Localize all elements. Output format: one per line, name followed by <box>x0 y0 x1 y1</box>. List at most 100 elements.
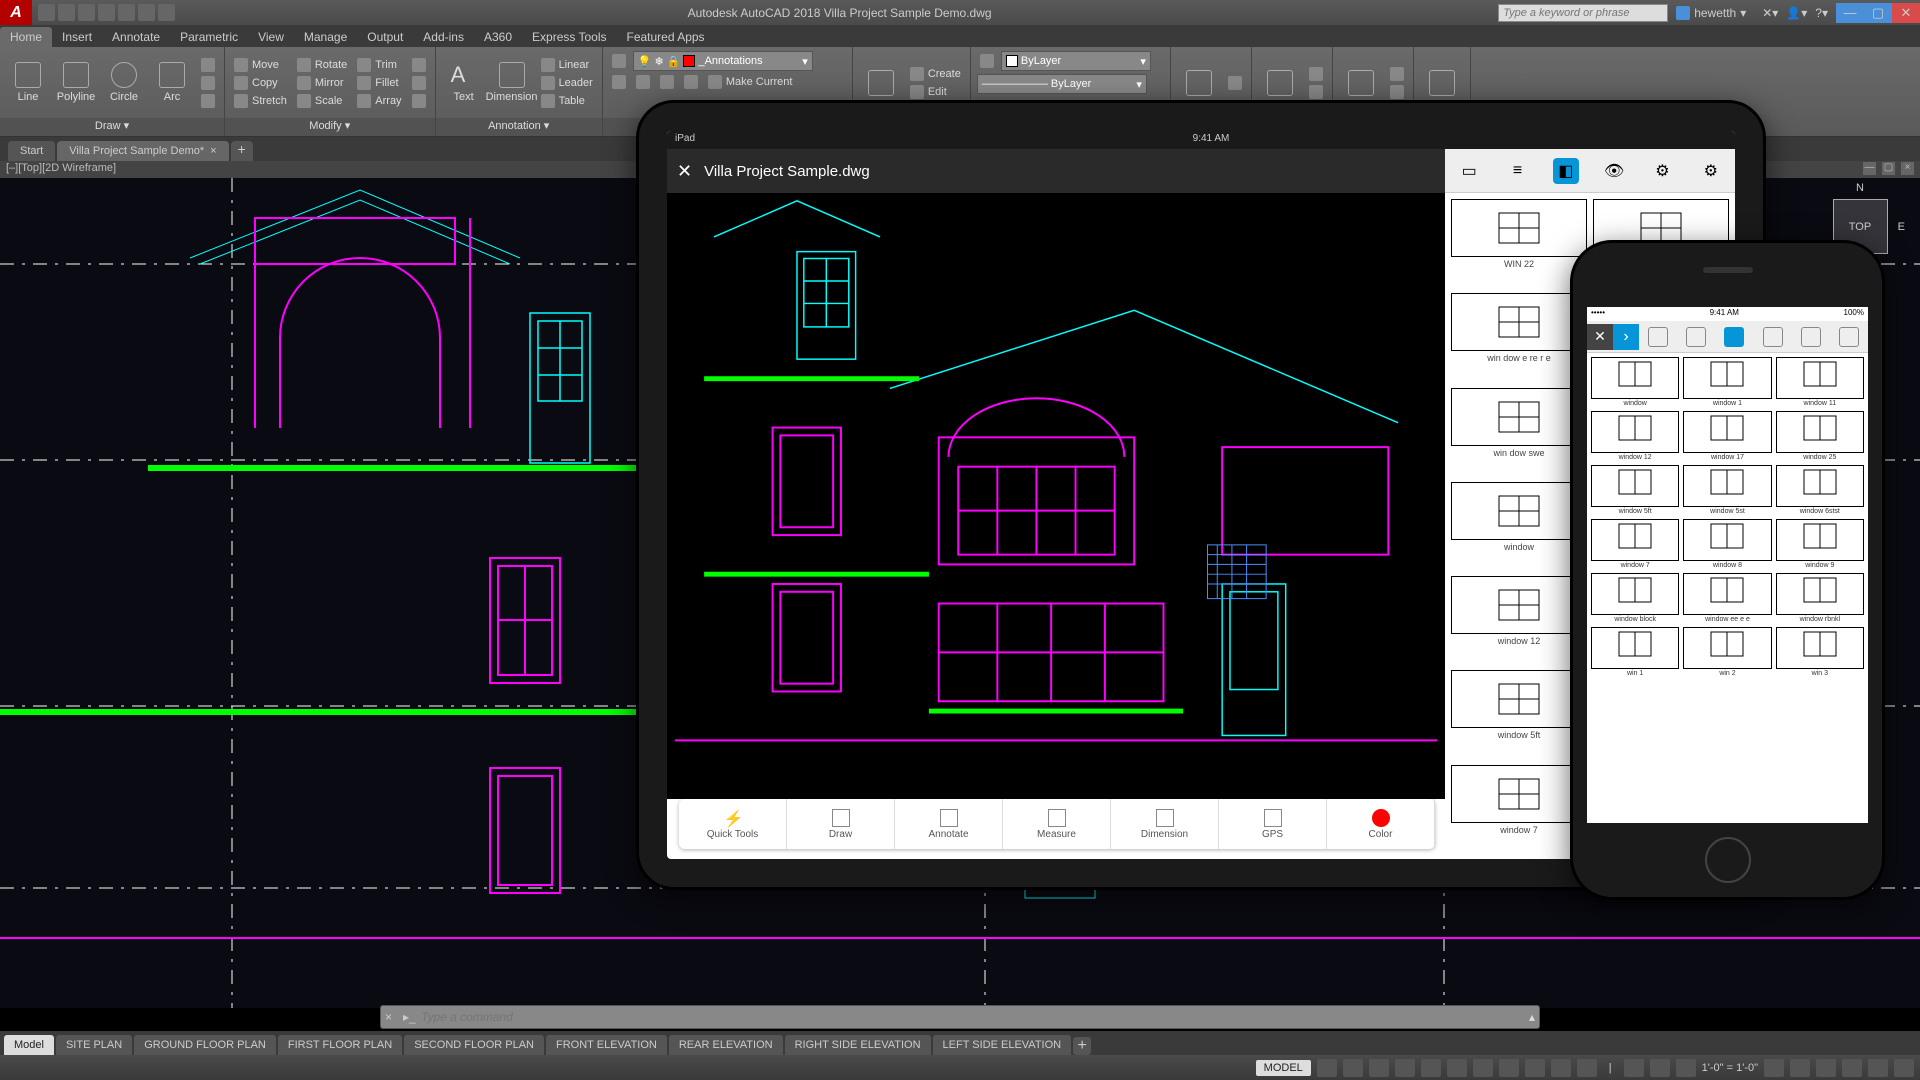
stretch-button[interactable]: Stretch <box>231 93 290 109</box>
layout-front[interactable]: FRONT ELEVATION <box>546 1035 667 1055</box>
iphone-block-item[interactable]: window 7 <box>1591 519 1679 569</box>
fillet-button[interactable]: Fillet <box>354 75 404 91</box>
ellipse-button[interactable] <box>198 75 218 91</box>
modify-btn3[interactable] <box>409 93 429 109</box>
line-button[interactable]: Line <box>6 51 50 114</box>
layout-model[interactable]: Model <box>4 1035 54 1055</box>
scale-button[interactable]: Scale <box>294 93 350 109</box>
ipad-block-item[interactable]: window 12 <box>1451 576 1587 664</box>
command-line[interactable]: × ▸_ ▴ <box>380 1005 1540 1029</box>
layout-first[interactable]: FIRST FLOOR PLAN <box>278 1035 402 1055</box>
text-button[interactable]: AText <box>442 51 486 114</box>
status-icon1[interactable] <box>1624 1059 1644 1077</box>
ipad-tool-blocks-icon[interactable]: ◧ <box>1553 158 1579 184</box>
ipad-block-item[interactable]: win dow e re r e <box>1451 293 1587 381</box>
qat-saveas-icon[interactable] <box>98 4 115 21</box>
leader-button[interactable]: Leader <box>538 75 596 91</box>
status-ws-icon[interactable] <box>1790 1059 1810 1077</box>
command-input[interactable] <box>421 1010 1529 1024</box>
tab-parametric[interactable]: Parametric <box>170 27 248 47</box>
modify-btn2[interactable] <box>409 75 429 91</box>
iphone-layers-icon[interactable] <box>1677 327 1715 347</box>
status-qp-icon[interactable] <box>1577 1059 1597 1077</box>
iphone-block-item[interactable]: window <box>1591 357 1679 407</box>
layerprops-button[interactable] <box>609 53 629 69</box>
tab-featured[interactable]: Featured Apps <box>617 27 715 47</box>
iphone-block-item[interactable]: window ee e e <box>1683 573 1771 623</box>
tab-home[interactable]: Home <box>0 27 52 47</box>
status-custom-icon[interactable] <box>1894 1059 1914 1077</box>
ipad-tool-settings-icon[interactable]: ⚙ <box>1649 158 1675 184</box>
iphone-block-item[interactable]: window 17 <box>1683 411 1771 461</box>
panel-draw-label[interactable]: Draw ▾ <box>0 118 224 136</box>
qat-plot-icon[interactable] <box>118 4 135 21</box>
close-tab-icon[interactable]: × <box>210 145 216 157</box>
ipad-annotate-button[interactable]: Annotate <box>895 799 1003 849</box>
status-model[interactable]: MODEL <box>1256 1060 1311 1076</box>
help-search-input[interactable] <box>1498 4 1668 22</box>
minimize-button[interactable]: — <box>1836 3 1864 23</box>
qat-new-icon[interactable] <box>38 4 55 21</box>
status-clean-icon[interactable] <box>1868 1059 1888 1077</box>
rotate-button[interactable]: Rotate <box>294 57 350 73</box>
iphone-block-item[interactable]: window 1 <box>1683 357 1771 407</box>
iphone-block-item[interactable]: window 9 <box>1776 519 1864 569</box>
status-polar-icon[interactable] <box>1395 1059 1415 1077</box>
ipad-dimension-button[interactable]: Dimension <box>1111 799 1219 849</box>
layout-left[interactable]: LEFT SIDE ELEVATION <box>933 1035 1072 1055</box>
ipad-color-button[interactable]: Color <box>1327 799 1435 849</box>
move-button[interactable]: Move <box>231 57 290 73</box>
ipad-tool-layers-icon[interactable]: ≡ <box>1504 158 1530 184</box>
layer-btn4[interactable] <box>681 74 701 90</box>
ipad-block-item[interactable]: window 5ft <box>1451 670 1587 758</box>
ipad-gps-button[interactable]: GPS <box>1219 799 1327 849</box>
status-lwt-icon[interactable] <box>1525 1059 1545 1077</box>
status-otrack-icon[interactable] <box>1473 1059 1493 1077</box>
layout-site[interactable]: SITE PLAN <box>56 1035 132 1055</box>
iphone-block-item[interactable]: window 5st <box>1683 465 1771 515</box>
ipad-block-item[interactable]: window 7 <box>1451 765 1587 853</box>
exchange-icon[interactable]: ✕▾ <box>1762 6 1778 20</box>
create-block-button[interactable]: Create <box>907 66 964 82</box>
panel-annotation-label[interactable]: Annotation ▾ <box>436 118 602 136</box>
iphone-block-item[interactable]: window 11 <box>1776 357 1864 407</box>
maximize-button[interactable]: ▢ <box>1864 3 1892 23</box>
arc-button[interactable]: Arc <box>150 51 194 114</box>
layer-combo[interactable]: 💡❄🔒_Annotations▾ <box>633 51 813 71</box>
tab-output[interactable]: Output <box>357 27 413 47</box>
qat-open-icon[interactable] <box>58 4 75 21</box>
tab-manage[interactable]: Manage <box>294 27 357 47</box>
iphone-home-button[interactable] <box>1705 837 1751 883</box>
ipad-tool-view-icon[interactable]: 👁 <box>1601 158 1627 184</box>
polyline-button[interactable]: Polyline <box>54 51 98 114</box>
tab-view[interactable]: View <box>248 27 294 47</box>
iphone-block-grid[interactable]: windowwindow 1window 11window 12window 1… <box>1587 353 1868 681</box>
matchprops-button[interactable] <box>977 51 997 71</box>
app-logo[interactable]: A <box>0 0 32 25</box>
qat-undo-icon[interactable] <box>138 4 155 21</box>
ipad-close-icon[interactable]: ✕ <box>677 161 692 182</box>
tab-annotate[interactable]: Annotate <box>102 27 170 47</box>
status-3dosnap-icon[interactable] <box>1447 1059 1467 1077</box>
layout-right[interactable]: RIGHT SIDE ELEVATION <box>785 1035 931 1055</box>
iphone-block-item[interactable]: window block <box>1591 573 1679 623</box>
circle-button[interactable]: Circle <box>102 51 146 114</box>
status-osnap-icon[interactable] <box>1421 1059 1441 1077</box>
ipad-block-item[interactable]: win dow swe <box>1451 388 1587 476</box>
layout-rear[interactable]: REAR ELEVATION <box>669 1035 783 1055</box>
ipad-tool-select-icon[interactable]: ▭ <box>1456 158 1482 184</box>
status-grid-icon[interactable] <box>1317 1059 1337 1077</box>
tab-a360[interactable]: A360 <box>474 27 522 47</box>
ipad-block-item[interactable]: window <box>1451 482 1587 570</box>
table-button[interactable]: Table <box>538 93 596 109</box>
iphone-block-item[interactable]: win 3 <box>1776 627 1864 677</box>
layer-btn3[interactable] <box>657 74 677 90</box>
iphone-gear-icon[interactable] <box>1830 327 1868 347</box>
iphone-block-item[interactable]: window 6stst <box>1776 465 1864 515</box>
status-anno-icon[interactable] <box>1764 1059 1784 1077</box>
iphone-settings-icon[interactable] <box>1792 327 1830 347</box>
copy-button[interactable]: Copy <box>231 75 290 91</box>
vp-min-icon[interactable]: — <box>1863 162 1876 175</box>
dimension-button[interactable]: Dimension <box>490 51 534 114</box>
status-icon3[interactable] <box>1676 1059 1696 1077</box>
